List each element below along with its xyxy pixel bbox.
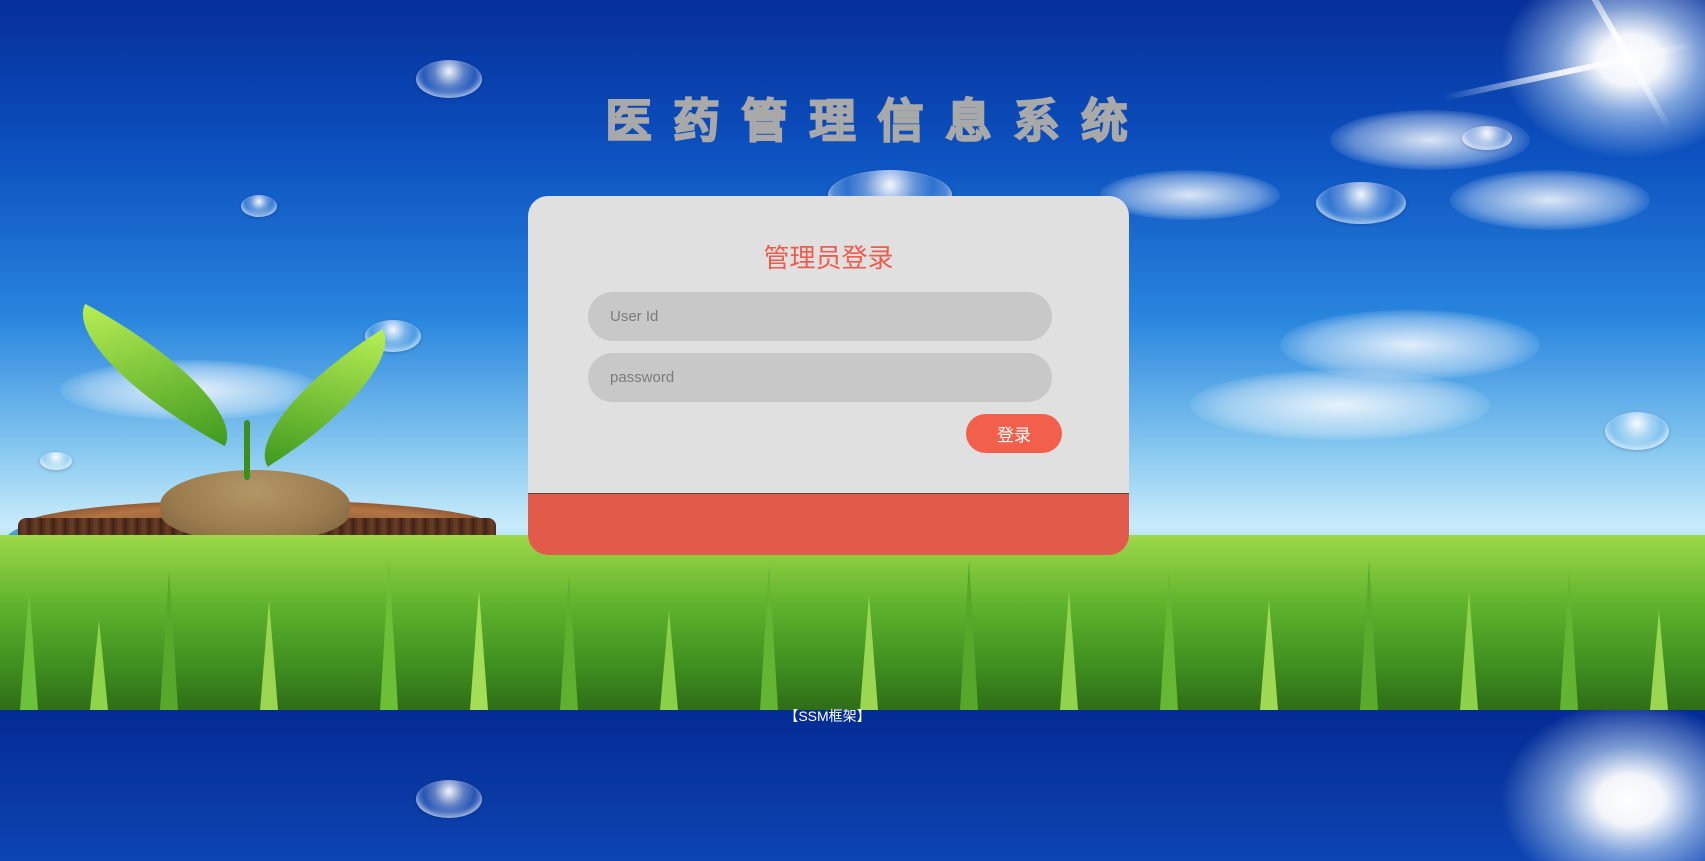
password-input[interactable] bbox=[588, 353, 1052, 402]
cloud bbox=[1450, 170, 1650, 230]
soil-mound bbox=[160, 470, 350, 540]
login-button[interactable]: 登录 bbox=[966, 414, 1062, 453]
water-drop bbox=[1316, 182, 1406, 224]
sprout-stem bbox=[244, 420, 250, 480]
water-drop bbox=[416, 780, 482, 818]
login-heading: 管理员登录 bbox=[763, 243, 894, 273]
framework-label: 【SSM框架】 bbox=[784, 708, 871, 724]
water-drop bbox=[40, 452, 72, 470]
sun-glare bbox=[1500, 710, 1705, 861]
grass-field bbox=[0, 535, 1705, 710]
login-card: 管理员登录 登录 bbox=[528, 196, 1129, 555]
background-scene-repeat bbox=[0, 710, 1705, 861]
user-id-input[interactable] bbox=[588, 292, 1052, 341]
app-title: 医药管理信息系统 bbox=[605, 93, 1150, 149]
water-drop bbox=[1605, 412, 1669, 450]
water-drop bbox=[241, 195, 277, 217]
cloud bbox=[1190, 370, 1490, 440]
login-card-footer bbox=[528, 493, 1129, 555]
